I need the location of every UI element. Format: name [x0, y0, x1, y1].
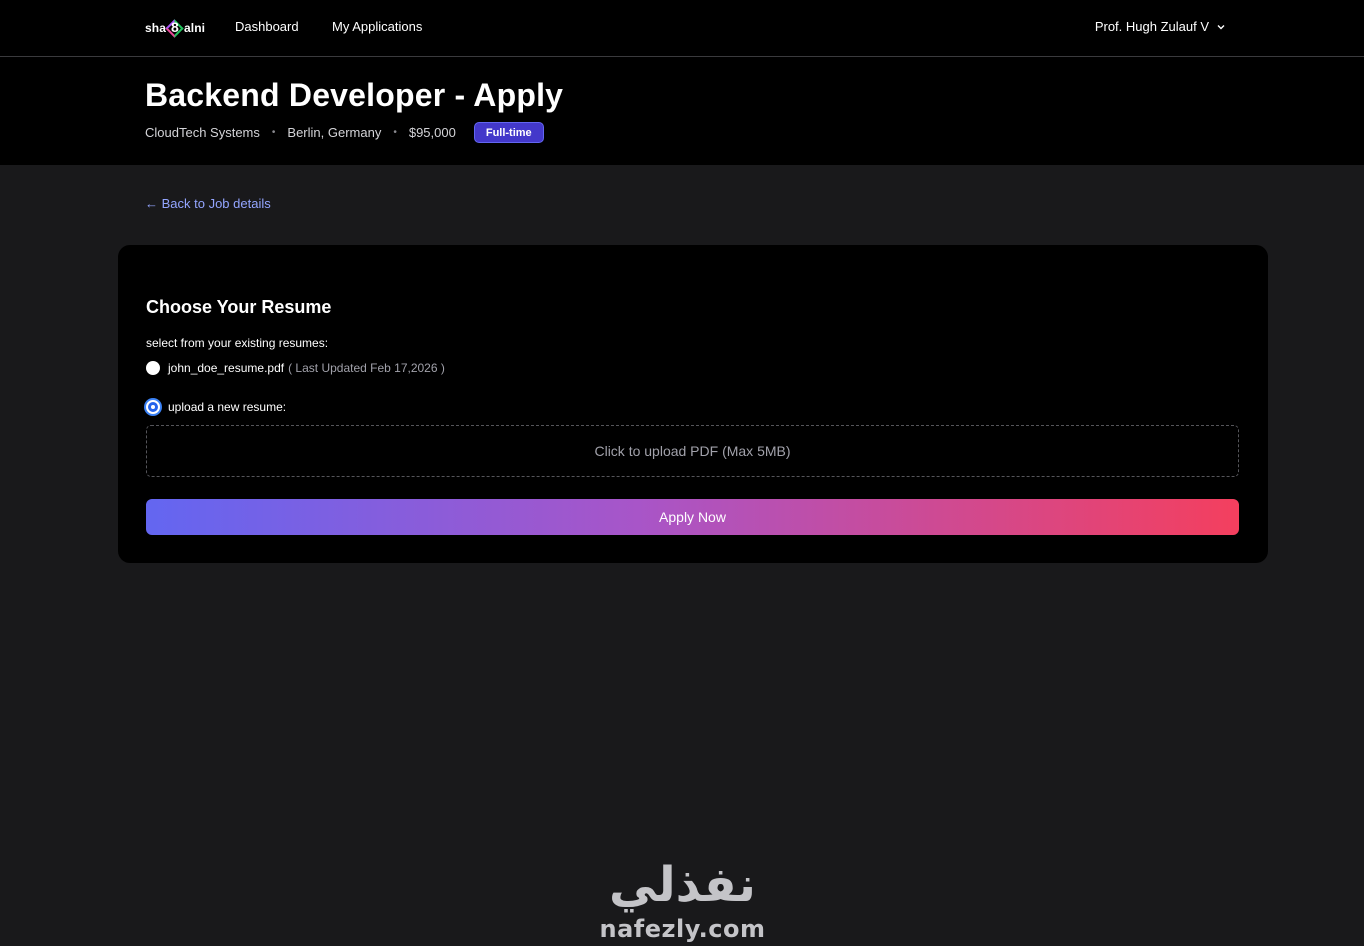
- separator-dot: •: [271, 126, 276, 138]
- upload-new-resume-option[interactable]: upload a new resume:: [146, 400, 286, 414]
- separator-dot: •: [393, 126, 397, 138]
- logo-text-right: alni: [183, 21, 206, 35]
- resume-card: Choose Your Resume select from your exis…: [118, 245, 1268, 563]
- page-title: Backend Developer - Apply: [145, 77, 564, 113]
- card-title: Choose Your Resume: [146, 297, 332, 317]
- existing-resumes-label: select from your existing resumes:: [146, 336, 329, 350]
- existing-resume-radio[interactable]: [146, 361, 160, 375]
- upload-new-resume-label: upload a new resume:: [168, 400, 287, 414]
- job-meta: CloudTech Systems • Berlin, Germany • $9…: [145, 121, 544, 143]
- user-name: Prof. Hugh Zulauf V: [1094, 19, 1209, 34]
- back-to-job-details-link[interactable]: ← Back to Job details: [145, 196, 271, 211]
- nav-link-dashboard[interactable]: Dashboard: [235, 19, 299, 34]
- existing-resume-option[interactable]: john_doe_resume.pdf ( Last Updated Feb 1…: [146, 361, 445, 375]
- top-navbar: sha 8 alni Dashboard My Applications Pro…: [0, 0, 1364, 57]
- apply-now-button[interactable]: Apply Now: [146, 499, 1239, 535]
- pdf-upload-dropzone[interactable]: Click to upload PDF (Max 5MB): [146, 425, 1239, 477]
- logo-mark-icon: 8: [165, 16, 184, 40]
- logo[interactable]: sha 8 alni: [145, 12, 205, 44]
- watermark-arabic: نفذلي: [609, 857, 756, 913]
- nav-link-my-applications[interactable]: My Applications: [332, 19, 422, 34]
- job-location: Berlin, Germany: [287, 124, 382, 140]
- user-menu[interactable]: Prof. Hugh Zulauf V: [1095, 19, 1226, 34]
- watermark-latin: nafezly.com: [599, 915, 766, 943]
- upload-new-resume-radio[interactable]: [146, 400, 160, 414]
- job-type-badge: Full-time: [473, 121, 544, 143]
- job-salary: $95,000: [408, 124, 456, 140]
- job-header: Backend Developer - Apply CloudTech Syst…: [0, 57, 1364, 165]
- watermark-logo: نفذلي nafezly.com: [595, 855, 770, 943]
- resume-last-updated: ( Last Updated Feb 17,2026 ): [288, 361, 445, 375]
- logo-text-left: sha: [145, 21, 166, 35]
- resume-file-name: john_doe_resume.pdf: [168, 361, 285, 375]
- chevron-down-icon: [1217, 24, 1225, 29]
- company-name: CloudTech Systems: [145, 124, 260, 140]
